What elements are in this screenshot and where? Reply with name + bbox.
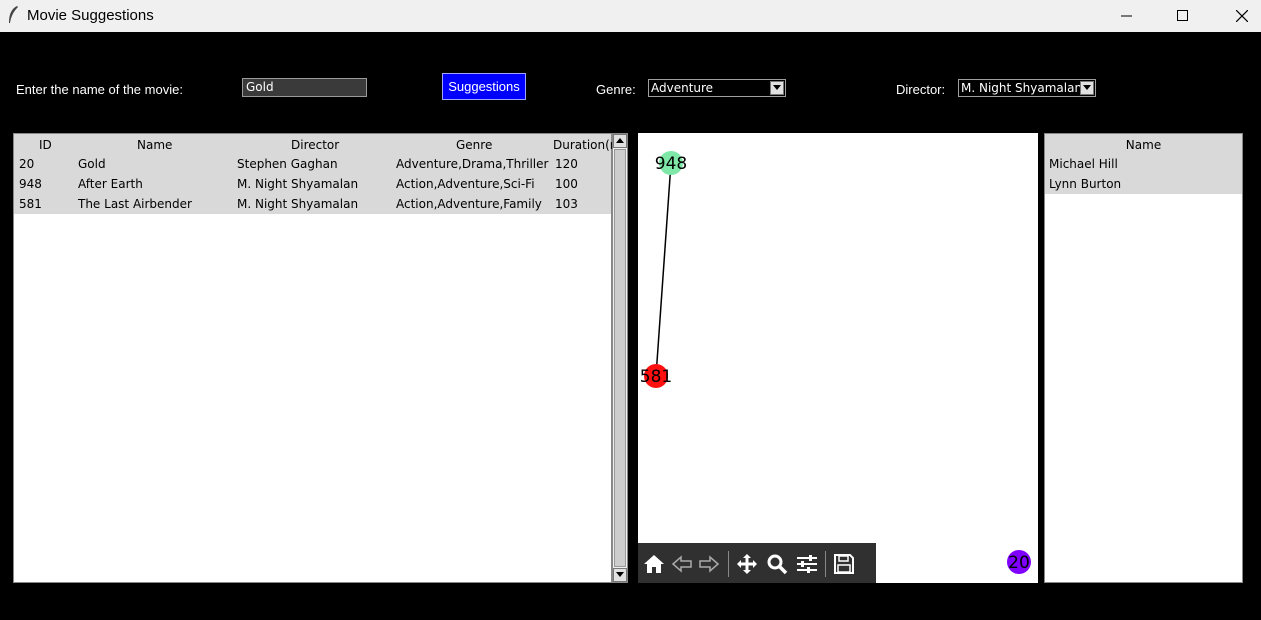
pan-icon (737, 554, 757, 574)
director-select[interactable]: M. Night Shyamalan (958, 79, 1096, 97)
minimize-icon (1121, 15, 1132, 17)
cell-duration: 100 (555, 177, 578, 191)
cell-director: M. Night Shyamalan (237, 197, 359, 211)
chevron-down-icon[interactable] (1080, 81, 1094, 95)
person-name: Lynn Burton (1049, 177, 1122, 191)
pan-button[interactable] (734, 551, 760, 577)
cell-genre: Adventure,Drama,Thriller (396, 157, 549, 171)
cell-genre: Action,Adventure,Sci-Fi (396, 177, 535, 191)
cell-name: The Last Airbender (78, 197, 192, 211)
movie-name-label: Enter the name of the movie: (16, 82, 183, 97)
zoom-icon (767, 554, 788, 575)
list-header: Name (1045, 134, 1242, 154)
back-button[interactable] (669, 551, 695, 577)
movies-table[interactable]: ID Name Director Genre Duration(n 20 Gol… (13, 133, 617, 583)
save-button[interactable] (831, 551, 857, 577)
toolbar-separator (728, 551, 729, 577)
list-item[interactable]: Michael Hill (1045, 154, 1242, 174)
forward-arrow-icon (699, 555, 720, 573)
configure-subplots-button[interactable] (794, 551, 820, 577)
chevron-down-icon (616, 572, 624, 577)
list-item[interactable]: Lynn Burton (1045, 174, 1242, 194)
title-bar: Movie Suggestions (0, 0, 1261, 32)
toolbar-separator (825, 551, 826, 577)
close-icon (1236, 10, 1248, 22)
director-select-value: M. Night Shyamalan (961, 81, 1083, 95)
network-graph: 948 581 20 (640, 151, 1031, 574)
chevron-down-icon[interactable] (770, 81, 784, 95)
feather-icon (9, 6, 18, 23)
people-list[interactable]: Name Michael Hill Lynn Burton (1044, 133, 1243, 583)
table-header: ID Name Director Genre Duration(n (14, 134, 617, 154)
genre-select[interactable]: Adventure (648, 79, 786, 97)
genre-select-value: Adventure (651, 81, 714, 95)
cell-name: After Earth (78, 177, 143, 191)
graph-node-label: 948 (655, 154, 687, 174)
table-scrollbar[interactable] (612, 133, 628, 583)
cell-genre: Action,Adventure,Family (396, 197, 542, 211)
zoom-button[interactable] (764, 551, 790, 577)
cell-duration: 103 (555, 197, 578, 211)
save-icon (834, 554, 854, 574)
table-row[interactable]: 20 Gold Stephen Gaghan Adventure,Drama,T… (14, 154, 611, 174)
scroll-up-button[interactable] (613, 134, 627, 148)
maximize-button[interactable] (1160, 0, 1206, 32)
maximize-icon (1177, 10, 1188, 21)
column-header-name[interactable]: Name (1045, 138, 1242, 152)
minimize-button[interactable] (1104, 0, 1150, 32)
configure-subplots-icon (797, 555, 817, 573)
cell-id: 20 (19, 157, 35, 171)
director-label: Director: (896, 82, 946, 97)
scroll-down-button[interactable] (613, 568, 627, 582)
graph-canvas[interactable]: 948 581 20 (638, 133, 1038, 583)
window-title: Movie Suggestions (27, 7, 154, 24)
back-arrow-icon (671, 555, 692, 573)
chevron-up-icon (616, 138, 624, 143)
table-row[interactable]: 581 The Last Airbender M. Night Shyamala… (14, 194, 611, 214)
movie-name-input[interactable]: Gold (242, 78, 367, 97)
cell-name: Gold (78, 157, 106, 171)
person-name: Michael Hill (1049, 157, 1118, 171)
graph-node-label: 20 (1008, 553, 1030, 573)
cell-id: 948 (19, 177, 42, 191)
close-button[interactable] (1219, 0, 1261, 32)
cell-duration: 120 (555, 157, 578, 171)
genre-label: Genre: (596, 82, 636, 97)
plot-toolbar (638, 543, 876, 583)
forward-button[interactable] (696, 551, 722, 577)
home-button[interactable] (641, 551, 667, 577)
column-header-id[interactable]: ID (39, 138, 52, 152)
scroll-thumb[interactable] (614, 149, 626, 567)
suggestions-button[interactable]: Suggestions (442, 73, 526, 100)
cell-id: 581 (19, 197, 42, 211)
graph-edge (655, 162, 672, 377)
column-header-name[interactable]: Name (137, 138, 172, 152)
cell-director: M. Night Shyamalan (237, 177, 359, 191)
column-header-duration[interactable]: Duration(n (553, 138, 617, 152)
column-header-genre[interactable]: Genre (456, 138, 492, 152)
home-icon (644, 555, 664, 573)
column-header-director[interactable]: Director (291, 138, 339, 152)
cell-director: Stephen Gaghan (237, 157, 338, 171)
graph-node-label: 581 (640, 367, 672, 387)
table-row[interactable]: 948 After Earth M. Night Shyamalan Actio… (14, 174, 611, 194)
